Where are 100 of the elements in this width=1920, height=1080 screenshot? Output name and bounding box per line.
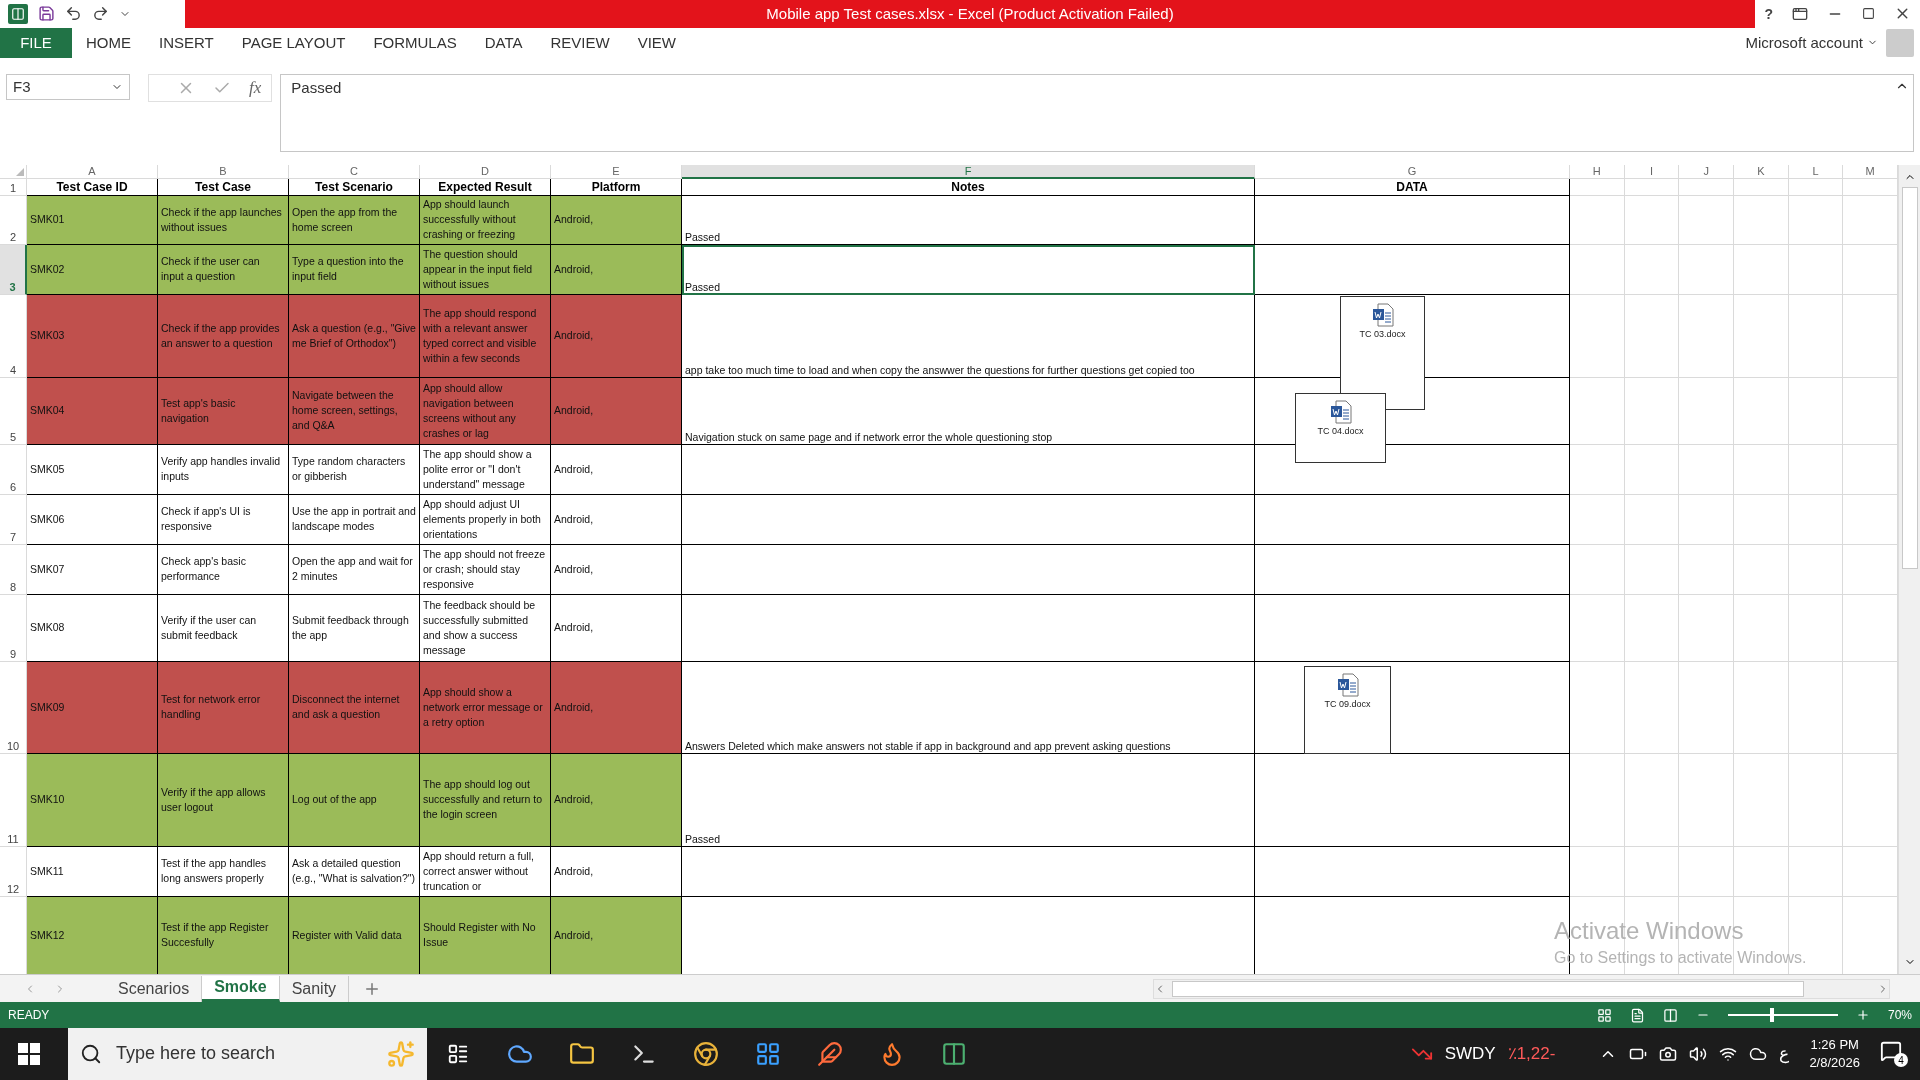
zoom-in-icon[interactable] bbox=[1855, 1008, 1870, 1022]
table-cell: The app should log out successfully and return to the login screen bbox=[420, 753, 551, 847]
row-number[interactable]: 2 bbox=[0, 195, 27, 245]
table-cell: SMK08 bbox=[27, 594, 158, 662]
empty-cell bbox=[1624, 195, 1680, 245]
row-number[interactable]: 3 bbox=[0, 244, 27, 295]
table-cell: Android, bbox=[551, 544, 682, 595]
empty-cell bbox=[1788, 846, 1844, 897]
camera-icon[interactable] bbox=[1659, 1045, 1678, 1063]
empty-cell bbox=[1679, 195, 1734, 245]
ribbon-tab[interactable]: FORMULAS bbox=[359, 27, 471, 58]
empty-cell bbox=[1679, 846, 1734, 897]
empty-cell bbox=[1570, 178, 1625, 196]
volume-icon[interactable] bbox=[1689, 1045, 1708, 1063]
empty-cell bbox=[1788, 494, 1844, 545]
undo-icon[interactable] bbox=[65, 5, 82, 23]
table-cell: Check if the app provides an answer to a question bbox=[158, 294, 289, 378]
empty-cell bbox=[1734, 594, 1789, 662]
empty-cell bbox=[1570, 494, 1625, 545]
header-cell: Notes bbox=[682, 178, 1255, 196]
table-cell: Ask a detailed question (e.g., "What is salvation?") bbox=[289, 846, 420, 897]
row-number[interactable]: 10 bbox=[0, 661, 27, 754]
table-cell: App should return a full, correct answer without truncation or bbox=[420, 846, 551, 897]
windows-start-icon[interactable] bbox=[18, 1043, 40, 1065]
empty-cell bbox=[1624, 377, 1680, 445]
table-cell: SMK11 bbox=[27, 846, 158, 897]
wifi-icon[interactable] bbox=[1719, 1045, 1738, 1063]
empty-cell bbox=[1734, 444, 1789, 495]
taskbar-search-field[interactable]: Type here to search bbox=[68, 1028, 427, 1080]
embedded-document[interactable]: TC 04.docx bbox=[1295, 392, 1386, 463]
notes-cell: Passed bbox=[682, 753, 1255, 847]
row-number[interactable]: 8 bbox=[0, 544, 27, 595]
embedded-document[interactable]: TC 09.docx bbox=[1304, 665, 1391, 754]
save-icon[interactable] bbox=[38, 5, 55, 23]
table-cell: Should Register with No Issue bbox=[420, 896, 551, 975]
ribbon-display-icon[interactable] bbox=[1791, 6, 1808, 22]
name-box[interactable]: F3 bbox=[6, 73, 130, 100]
normal-view-icon[interactable] bbox=[1596, 1007, 1612, 1023]
ribbon-tab[interactable]: INSERT bbox=[145, 27, 228, 58]
row-number[interactable]: 11 bbox=[0, 753, 27, 847]
row-number[interactable]: 6 bbox=[0, 444, 27, 495]
sheet-tab[interactable]: Smoke bbox=[202, 975, 280, 1002]
table-cell: The feedback should be successfully submitted and show a success message bbox=[420, 594, 551, 662]
help-button[interactable]: ? bbox=[1764, 6, 1773, 22]
empty-cell bbox=[1734, 377, 1789, 445]
file-tab[interactable]: FILE bbox=[0, 27, 72, 58]
embedded-document[interactable]: TC 03.docx bbox=[1340, 295, 1425, 410]
table-cell: SMK10 bbox=[27, 753, 158, 847]
restore-icon[interactable] bbox=[1861, 7, 1875, 21]
row-number[interactable]: 9 bbox=[0, 594, 27, 662]
table-cell: Verify if the user can submit feedback bbox=[158, 594, 289, 662]
formula-input-field[interactable]: Passed bbox=[280, 73, 1914, 152]
stock-change[interactable]: ٪1,22- bbox=[1507, 1043, 1556, 1065]
header-cell: Test Scenario bbox=[289, 178, 420, 196]
empty-cell bbox=[1788, 544, 1844, 595]
row-number[interactable]: 7 bbox=[0, 494, 27, 545]
row-number[interactable]: 12 bbox=[0, 846, 27, 897]
table-cell: Navigate between the home screen, settings, and Q&A bbox=[289, 377, 420, 445]
empty-cell bbox=[1734, 244, 1789, 295]
header-cell: Test Case ID bbox=[27, 178, 158, 196]
empty-cell bbox=[1734, 195, 1789, 245]
ribbon-tab[interactable]: VIEW bbox=[623, 27, 691, 58]
empty-cell bbox=[1624, 494, 1680, 545]
empty-cell bbox=[1788, 444, 1844, 495]
table-cell: Android, bbox=[551, 294, 682, 378]
page-layout-icon[interactable] bbox=[1629, 1007, 1645, 1023]
zoom-level[interactable]: 70% bbox=[1887, 1008, 1912, 1022]
ribbon-tab[interactable]: DATA bbox=[470, 27, 537, 58]
empty-cell bbox=[1734, 178, 1789, 196]
ribbon-tab[interactable]: REVIEW bbox=[536, 27, 624, 58]
ribbon-tab[interactable]: HOME bbox=[72, 27, 145, 58]
ribbon-tab[interactable]: PAGE LAYOUT bbox=[227, 27, 360, 58]
cloud-icon[interactable] bbox=[1749, 1045, 1768, 1063]
table-cell: Android, bbox=[551, 195, 682, 245]
empty-cell bbox=[1788, 377, 1844, 445]
table-cell: Android, bbox=[551, 244, 682, 295]
row-number[interactable]: 4 bbox=[0, 294, 27, 378]
scrollbar-thumb[interactable] bbox=[1172, 980, 1804, 997]
account-menu[interactable]: Microsoft account bbox=[1745, 34, 1878, 52]
table-cell: Test if the app handles long answers properly bbox=[158, 846, 289, 897]
redo-icon[interactable] bbox=[92, 5, 109, 23]
input-language[interactable]: ع bbox=[1779, 1043, 1790, 1065]
header-cell: Expected Result bbox=[420, 178, 551, 196]
row-number[interactable]: 5 bbox=[0, 377, 27, 445]
page-break-icon[interactable] bbox=[1662, 1007, 1678, 1023]
empty-cell bbox=[1570, 444, 1625, 495]
notes-cell: Answers Deleted which make answers not stable if app in background and app prevent asking questions bbox=[682, 661, 1255, 754]
stock-ticker[interactable]: SWDY bbox=[1444, 1044, 1496, 1064]
sheet-tab[interactable]: Sanity bbox=[279, 975, 350, 1002]
empty-cell bbox=[1679, 444, 1734, 495]
table-cell: Android, bbox=[551, 753, 682, 847]
empty-cell bbox=[1679, 178, 1734, 196]
scrollbar-thumb[interactable] bbox=[1901, 186, 1918, 569]
word-document-icon bbox=[1336, 672, 1359, 697]
empty-cell bbox=[1788, 195, 1844, 245]
empty-cell bbox=[1788, 178, 1844, 196]
zoom-slider-thumb[interactable] bbox=[1769, 1008, 1774, 1022]
taskbar-clock[interactable]: 1:26 PM 2/8/2026 bbox=[1809, 1037, 1860, 1071]
insert-function-button[interactable]: fx bbox=[249, 77, 262, 98]
word-document-icon bbox=[1329, 399, 1352, 424]
